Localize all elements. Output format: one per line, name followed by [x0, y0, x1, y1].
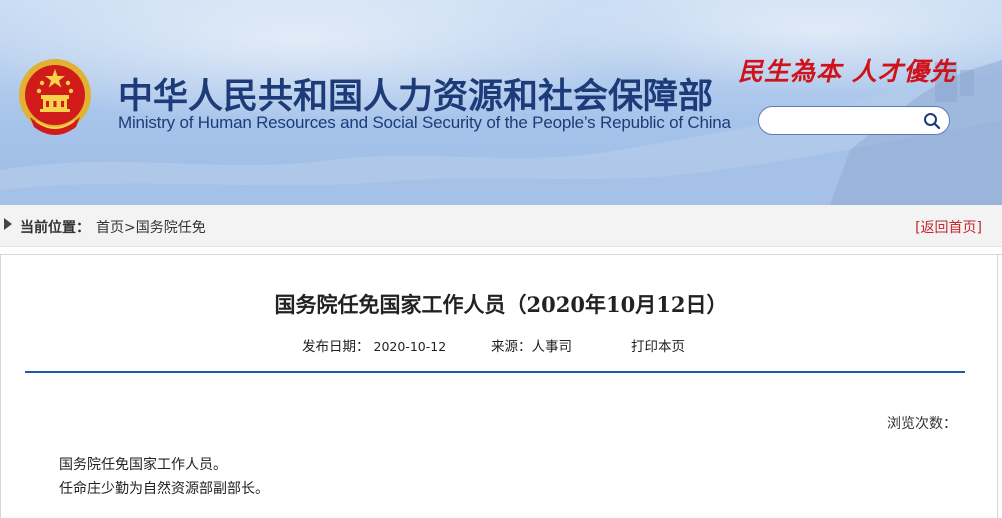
- breadcrumb: 当前位置： 首页>国务院任免 [返回首页]: [0, 205, 1002, 247]
- publish-date-value: 2020-10-12: [373, 339, 447, 354]
- publish-date-info: 发布日期： 2020-10-12: [302, 335, 446, 355]
- site-title-english: Ministry of Human Resources and Social S…: [118, 113, 731, 132]
- search-box: [758, 106, 950, 135]
- article-title: 国务院任免国家工作人员（2020年10月12日）: [274, 292, 728, 317]
- breadcrumb-label: 当前位置：: [20, 220, 90, 236]
- breadcrumb-home-link[interactable]: 首页: [96, 220, 124, 236]
- search-input[interactable]: [771, 111, 921, 131]
- breadcrumb-separator: >: [124, 220, 136, 236]
- print-page-link[interactable]: 打印本页: [631, 335, 685, 355]
- triangle-right-icon: [4, 218, 12, 230]
- article-body: 国务院任免国家工作人员。 任命庄少勤为自然资源部副部长。: [59, 453, 269, 501]
- article-source: 来源：人事司: [491, 339, 572, 355]
- view-count: 浏览次数：: [887, 416, 957, 432]
- breadcrumb-path: 首页>国务院任免: [96, 217, 206, 237]
- article-paragraph: 国务院任免国家工作人员。: [59, 457, 227, 473]
- national-emblem-icon: [19, 59, 91, 135]
- back-home-link[interactable]: [返回首页]: [915, 217, 982, 237]
- publish-date-label: 发布日期：: [302, 339, 370, 355]
- title-divider: [25, 371, 965, 373]
- site-slogan: 民生為本 人才優先: [738, 57, 956, 86]
- site-title-chinese: 中华人民共和国人力资源和社会保障部: [118, 77, 714, 117]
- article-paragraph: 任命庄少勤为自然资源部副部长。: [59, 481, 269, 497]
- breadcrumb-appointments-link[interactable]: 国务院任免: [136, 220, 206, 236]
- site-header: 中华人民共和国人力资源和社会保障部 Ministry of Human Reso…: [0, 0, 1002, 205]
- search-icon[interactable]: [923, 112, 941, 130]
